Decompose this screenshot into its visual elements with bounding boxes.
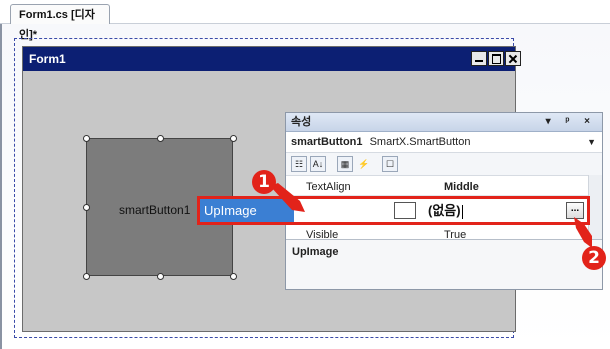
close-icon[interactable] — [505, 51, 521, 66]
alphabetical-sort-icon[interactable]: A↓ — [310, 156, 326, 172]
properties-scrollbar[interactable] — [588, 175, 602, 239]
property-description: UpImage — [286, 239, 602, 289]
resize-grip-bottom-left[interactable] — [83, 273, 90, 280]
properties-view-icon[interactable]: ▦ — [337, 156, 353, 172]
property-row-upimage[interactable]: UpImage (없음) ... — [197, 196, 590, 225]
property-row-textalign[interactable]: TextAlign Middle — [286, 179, 590, 196]
categorized-icon[interactable]: ☷ — [291, 156, 307, 172]
designer-edge — [0, 24, 2, 349]
upimage-property-name: UpImage — [200, 199, 294, 222]
resize-grip-top-left[interactable] — [83, 135, 90, 142]
minimize-icon[interactable] — [471, 51, 487, 66]
property-pages-icon[interactable]: ☐ — [382, 156, 398, 172]
object-type: SmartX.SmartButton — [369, 136, 471, 148]
events-icon[interactable]: ⚡ — [356, 156, 372, 172]
properties-titlebar[interactable]: 속성 ▾ ᵖ × — [286, 113, 602, 132]
property-name: TextAlign — [306, 181, 351, 193]
properties-title: 속성 — [291, 116, 312, 128]
description-title: UpImage — [292, 246, 339, 258]
maximize-icon[interactable] — [488, 51, 504, 66]
tab-form1-design[interactable]: Form1.cs [디자인]* — [10, 4, 110, 41]
panel-pin-close-icons[interactable]: ▾ ᵖ × — [546, 113, 596, 131]
smart-button-label: smartButton1 — [119, 203, 191, 217]
step-2-badge: 2 — [582, 246, 606, 270]
resize-grip-bottom-right[interactable] — [230, 273, 237, 280]
resize-grip-top[interactable] — [157, 135, 164, 142]
property-value: Middle — [444, 181, 479, 193]
form1-titlebar[interactable]: Form1 — [23, 47, 515, 71]
upimage-property-value[interactable]: (없음) — [428, 199, 463, 222]
resize-grip-top-right[interactable] — [230, 135, 237, 142]
step-1-badge: 1 — [252, 170, 276, 194]
chevron-down-icon[interactable]: ▼ — [587, 132, 596, 152]
properties-toolbar: ☷ A↓ ▦ ⚡ ☐ — [286, 153, 602, 176]
resize-grip-bottom[interactable] — [157, 273, 164, 280]
image-preview-swatch — [394, 202, 416, 219]
object-selector[interactable]: smartButton1 SmartX.SmartButton ▼ — [286, 132, 602, 153]
resize-grip-left[interactable] — [83, 204, 90, 211]
form1-title: Form1 — [29, 52, 66, 66]
browse-ellipsis-button[interactable]: ... — [566, 202, 584, 219]
object-name: smartButton1 — [291, 136, 363, 148]
